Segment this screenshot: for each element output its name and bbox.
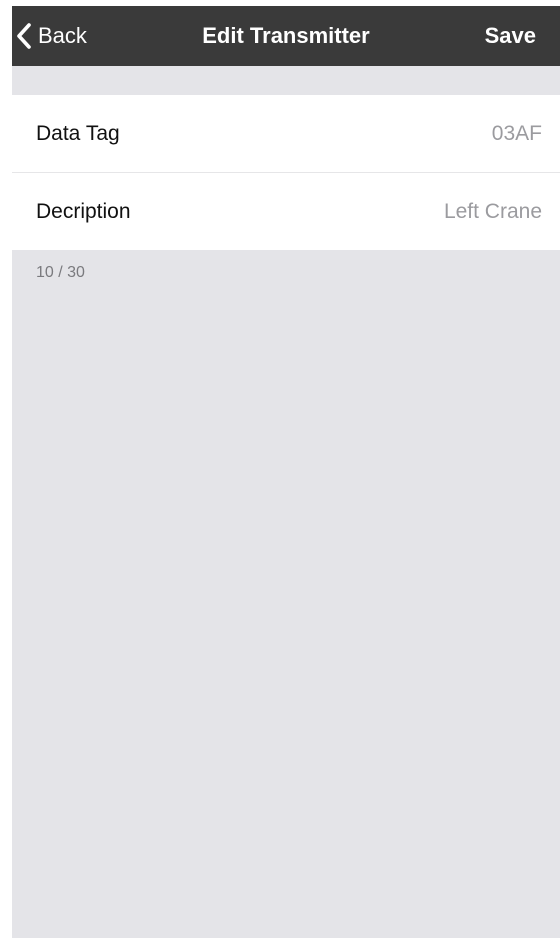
section-spacer [12, 66, 560, 95]
description-input[interactable] [242, 173, 542, 250]
data-tag-row[interactable]: Data Tag [12, 95, 560, 172]
data-tag-label: Data Tag [36, 122, 120, 145]
character-counter: 10 / 30 [36, 264, 85, 281]
transmitter-form: Data Tag Decription [12, 95, 560, 250]
navigation-bar: Back Edit Transmitter Save [12, 6, 560, 66]
back-label: Back [38, 23, 87, 48]
description-label: Decription [36, 200, 131, 223]
description-row[interactable]: Decription [12, 172, 560, 250]
chevron-left-icon [16, 23, 32, 49]
page-title: Edit Transmitter [202, 23, 370, 48]
back-button[interactable]: Back [16, 6, 87, 66]
content-area: Data Tag Decription 10 / 30 [12, 66, 560, 938]
left-edge-strip [0, 66, 12, 938]
save-button[interactable]: Save [485, 6, 536, 66]
data-tag-input[interactable] [242, 95, 542, 172]
screen: Back Edit Transmitter Save Data Tag Decr… [0, 0, 560, 938]
